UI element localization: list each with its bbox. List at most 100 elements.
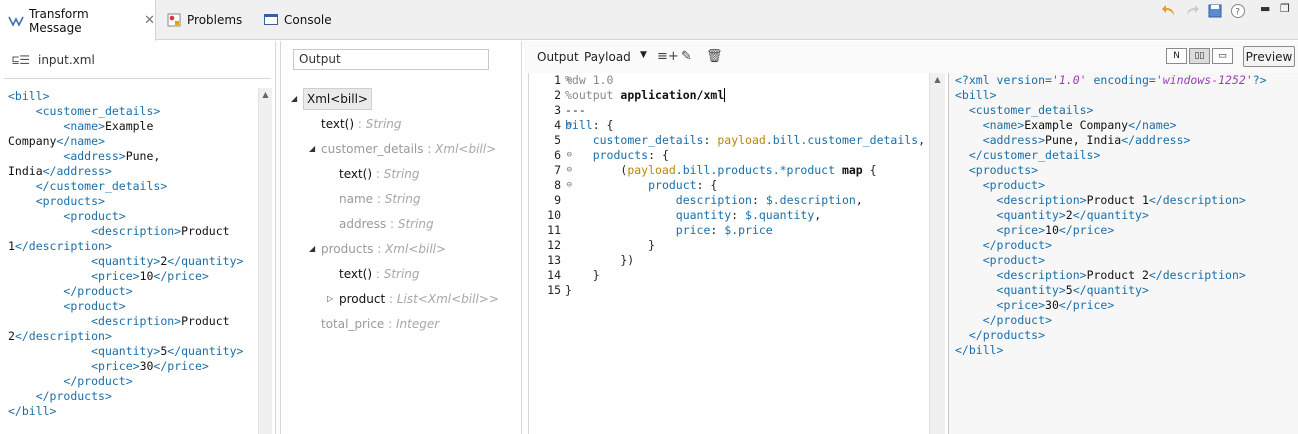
help-icon[interactable]: ? [1229, 2, 1246, 19]
code-token: Pune, India [1045, 133, 1122, 147]
tree-node[interactable]: address : String [291, 211, 511, 236]
field-name: products [321, 241, 374, 256]
code-text[interactable]: %dw 1.0 %output application/xml --- bill: {… [565, 73, 949, 434]
payload-selector[interactable]: Payload [584, 50, 631, 64]
tree-node[interactable]: text() : String [291, 111, 511, 136]
tree-node-label: customer_details : Xml<bill> [321, 142, 496, 156]
field-name: total_price [321, 316, 385, 331]
tree-node-label: address : String [339, 217, 434, 231]
undo-icon[interactable] [1160, 2, 1177, 19]
tree-node[interactable]: text() : String [291, 161, 511, 186]
problems-icon [166, 12, 182, 28]
expand-arrow-icon[interactable]: ◢ [291, 94, 303, 103]
code-token: <products> [968, 163, 1039, 177]
tree-node[interactable]: ◢ customer_details : Xml<bill> [291, 136, 511, 161]
code-token: <product> [63, 299, 126, 313]
split-view-icon[interactable]: ▯▯ [1189, 48, 1210, 64]
tree-node[interactable]: total_price : Integer [291, 311, 511, 336]
console-icon [263, 12, 279, 28]
save-icon[interactable] [1206, 2, 1223, 19]
code-line: %output application/xml [565, 88, 949, 103]
code-token: quantity [675, 208, 732, 222]
input-xml-source[interactable]: <bill> <customer_details> <name>Example C… [8, 89, 258, 419]
code-scrollbar[interactable]: ▲ [929, 73, 945, 434]
preview-line: <price>30</price> [955, 298, 1298, 313]
tree-node[interactable]: ◢ products : Xml<bill> [291, 236, 511, 261]
tree-node[interactable]: ◢ Xml<bill> [291, 86, 511, 111]
preview-button[interactable]: Preview [1243, 46, 1295, 67]
scroll-up-icon[interactable]: ▲ [259, 88, 272, 102]
scroll-up-icon[interactable]: ▲ [930, 73, 945, 87]
dataweave-code-editor[interactable]: 1 ⊖ 2 3 4 ⊖ 5 6 ⊖ 7 ⊖ 8 ⊖ 9 10 11 12 13 14 15 %dw 1.0 %outpu… [528, 73, 950, 434]
code-line: } [565, 283, 949, 298]
tab-problems[interactable]: Problems [166, 0, 242, 40]
code-token: 1 [8, 239, 15, 253]
input-panel-header: ⊑☰ input.xml [4, 41, 271, 79]
code-token: } [565, 238, 656, 252]
preview-line: <quantity>5</quantity> [955, 283, 1298, 298]
code-line: --- [565, 103, 949, 118]
tab-transform-message[interactable]: Transform Message ✕ [0, 0, 156, 41]
code-token: --- [565, 103, 586, 117]
code-token: </customer_details> [968, 148, 1101, 162]
single-view-icon[interactable]: ▭ [1212, 48, 1233, 64]
field-type: String [397, 216, 434, 231]
code-token: <quantity> [91, 344, 161, 358]
code-token: <product> [63, 209, 126, 223]
tree-node[interactable]: name : String [291, 186, 511, 211]
code-line: description: $.description, [565, 193, 949, 208]
code-token: <description> [91, 224, 182, 238]
line-number: 13 [547, 253, 561, 267]
add-target-icon[interactable]: ≡+ [657, 49, 679, 64]
expand-arrow-icon[interactable]: ◢ [309, 244, 321, 253]
input-file-name[interactable]: input.xml [38, 53, 95, 67]
tree-node-label: text() : String [339, 167, 420, 181]
code-token: : [751, 193, 766, 207]
code-token: </price> [1058, 223, 1115, 237]
output-preview[interactable]: <?xml version='1.0' encoding='windows-12… [948, 73, 1298, 434]
code-token: , [814, 208, 822, 222]
tab-console[interactable]: Console [263, 0, 332, 40]
minimize-icon[interactable]: ▬ [1260, 2, 1270, 15]
code-token: : [731, 208, 746, 222]
field-type: : [423, 141, 436, 156]
field-type: String [383, 166, 420, 181]
field-type: List<Xml<bill>> [396, 291, 499, 306]
maximize-icon[interactable]: ❐ [1280, 2, 1290, 15]
script-header: Output Payload ▼ ≡+ ✎ 🗑 N ▯▯ ▭ Preview [524, 41, 1298, 73]
pencil-icon[interactable]: ✎ [681, 49, 692, 64]
code-token: price [675, 223, 711, 237]
xml-line: <price>30</price> [8, 359, 258, 374]
code-token: <bill> [955, 88, 997, 102]
code-token: encoding= [1086, 73, 1156, 87]
preview-line: <customer_details> [955, 103, 1298, 118]
collapse-arrow-icon[interactable]: ▷ [327, 294, 339, 303]
source-view-icon[interactable]: N [1166, 48, 1187, 64]
input-scrollbar[interactable]: ▲ [258, 88, 272, 434]
redo-icon[interactable] [1183, 2, 1200, 19]
code-token: India [8, 164, 43, 178]
trash-icon[interactable]: 🗑 [706, 49, 723, 64]
line-number: 1 ⊖ [554, 73, 572, 87]
code-token: 10 [1045, 223, 1059, 237]
code-token: 30 [1045, 298, 1059, 312]
line-number: 3 [554, 103, 561, 117]
chevron-down-icon[interactable]: ▼ [640, 50, 647, 60]
output-filter-input[interactable]: Output [293, 49, 489, 70]
code-token: Product 2 [1086, 268, 1149, 282]
code-token: </description> [14, 329, 112, 343]
tree-node[interactable]: ▷ product : List<Xml<bill>> [291, 286, 511, 311]
code-line: customer_details: payload.bill.customer_… [565, 133, 949, 148]
expand-arrow-icon[interactable]: ◢ [309, 144, 321, 153]
close-icon[interactable]: ✕ [144, 13, 155, 28]
code-token: Example Company [1024, 118, 1129, 132]
tree-node[interactable]: text() : String [291, 261, 511, 286]
